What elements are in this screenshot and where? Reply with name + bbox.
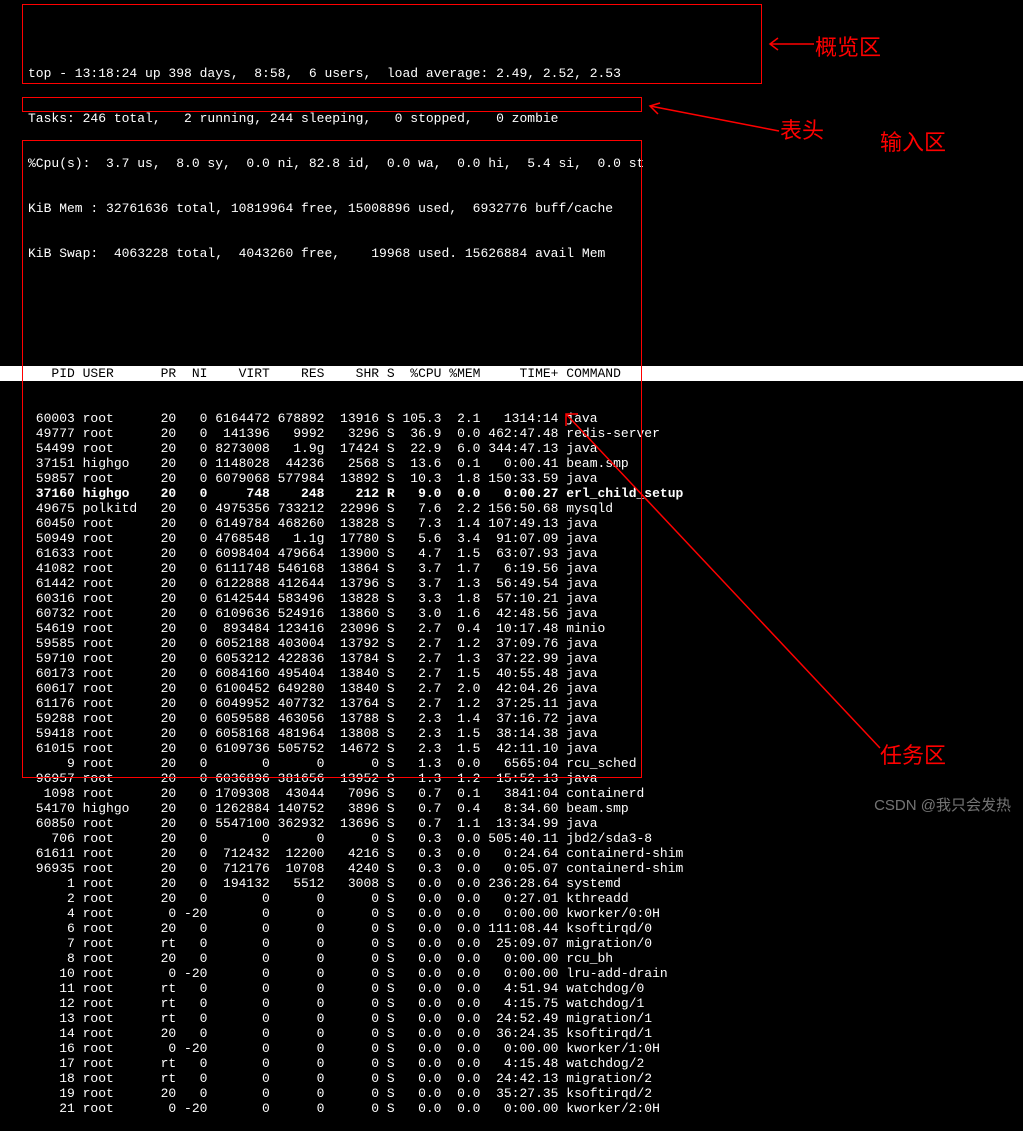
annotation-label-tasks: 任务区 [880, 748, 946, 763]
watermark: CSDN @我只会发热 [874, 798, 1011, 813]
process-row[interactable]: 21 root 0 -20 0 0 0 S 0.0 0.0 0:00.00 kw… [0, 1101, 1023, 1116]
process-row[interactable]: 60850 root 20 0 5547100 362932 13696 S 0… [0, 816, 1023, 831]
annotation-label-input: 输入区 [880, 135, 946, 150]
top-tasks-line: Tasks: 246 total, 2 running, 244 sleepin… [0, 111, 1023, 126]
process-row[interactable]: 50949 root 20 0 4768548 1.1g 17780 S 5.6… [0, 531, 1023, 546]
process-row[interactable]: 60450 root 20 0 6149784 468260 13828 S 7… [0, 516, 1023, 531]
process-row[interactable]: 61611 root 20 0 712432 12200 4216 S 0.3 … [0, 846, 1023, 861]
process-row[interactable]: 17 root rt 0 0 0 0 S 0.0 0.0 4:15.48 wat… [0, 1056, 1023, 1071]
process-row[interactable]: 49777 root 20 0 141396 9992 3296 S 36.9 … [0, 426, 1023, 441]
process-row[interactable]: 37151 highgo 20 0 1148028 44236 2568 S 1… [0, 456, 1023, 471]
summary-area: top - 13:18:24 up 398 days, 8:58, 6 user… [0, 36, 1023, 291]
annotation-label-header: 表头 [780, 123, 824, 138]
process-row[interactable]: 60316 root 20 0 6142544 583496 13828 S 3… [0, 591, 1023, 606]
blank-input-line[interactable] [0, 321, 1023, 336]
process-row[interactable]: 11 root rt 0 0 0 0 S 0.0 0.0 4:51.94 wat… [0, 981, 1023, 996]
process-row[interactable]: 1098 root 20 0 1709308 43044 7096 S 0.7 … [0, 786, 1023, 801]
process-row[interactable]: 6 root 20 0 0 0 0 S 0.0 0.0 111:08.44 ks… [0, 921, 1023, 936]
top-cpu-line: %Cpu(s): 3.7 us, 8.0 sy, 0.0 ni, 82.8 id… [0, 156, 1023, 171]
terminal[interactable]: top - 13:18:24 up 398 days, 8:58, 6 user… [0, 0, 1023, 821]
process-row[interactable]: 54619 root 20 0 893484 123416 23096 S 2.… [0, 621, 1023, 636]
process-row[interactable]: 60617 root 20 0 6100452 649280 13840 S 2… [0, 681, 1023, 696]
process-row[interactable]: 61015 root 20 0 6109736 505752 14672 S 2… [0, 741, 1023, 756]
process-row[interactable]: 9 root 20 0 0 0 0 S 1.3 0.0 6565:04 rcu_… [0, 756, 1023, 771]
process-row[interactable]: 10 root 0 -20 0 0 0 S 0.0 0.0 0:00.00 lr… [0, 966, 1023, 981]
process-row[interactable]: 59710 root 20 0 6053212 422836 13784 S 2… [0, 651, 1023, 666]
process-row[interactable]: 59418 root 20 0 6058168 481964 13808 S 2… [0, 726, 1023, 741]
process-row[interactable]: 60173 root 20 0 6084160 495404 13840 S 2… [0, 666, 1023, 681]
top-mem-line: KiB Mem : 32761636 total, 10819964 free,… [0, 201, 1023, 216]
process-row[interactable]: 59585 root 20 0 6052188 403004 13792 S 2… [0, 636, 1023, 651]
process-row[interactable]: 8 root 20 0 0 0 0 S 0.0 0.0 0:00.00 rcu_… [0, 951, 1023, 966]
process-row[interactable]: 13 root rt 0 0 0 0 S 0.0 0.0 24:52.49 mi… [0, 1011, 1023, 1026]
process-row[interactable]: 96935 root 20 0 712176 10708 4240 S 0.3 … [0, 861, 1023, 876]
process-row[interactable]: 12 root rt 0 0 0 0 S 0.0 0.0 4:15.75 wat… [0, 996, 1023, 1011]
process-row[interactable]: 14 root 20 0 0 0 0 S 0.0 0.0 36:24.35 ks… [0, 1026, 1023, 1041]
process-row[interactable]: 7 root rt 0 0 0 0 S 0.0 0.0 25:09.07 mig… [0, 936, 1023, 951]
process-row[interactable]: 96957 root 20 0 6036896 381656 13952 S 1… [0, 771, 1023, 786]
process-row[interactable]: 54499 root 20 0 8273008 1.9g 17424 S 22.… [0, 441, 1023, 456]
process-table-header[interactable]: PID USER PR NI VIRT RES SHR S %CPU %MEM … [0, 366, 1023, 381]
annotation-label-overview: 概览区 [815, 40, 881, 55]
process-table-body: 60003 root 20 0 6164472 678892 13916 S 1… [0, 411, 1023, 1116]
process-row[interactable]: 61176 root 20 0 6049952 407732 13764 S 2… [0, 696, 1023, 711]
process-row[interactable]: 706 root 20 0 0 0 0 S 0.3 0.0 505:40.11 … [0, 831, 1023, 846]
top-uptime-line: top - 13:18:24 up 398 days, 8:58, 6 user… [0, 66, 1023, 81]
process-row[interactable]: 16 root 0 -20 0 0 0 S 0.0 0.0 0:00.00 kw… [0, 1041, 1023, 1056]
top-swap-line: KiB Swap: 4063228 total, 4043260 free, 1… [0, 246, 1023, 261]
process-row[interactable]: 18 root rt 0 0 0 0 S 0.0 0.0 24:42.13 mi… [0, 1071, 1023, 1086]
process-row[interactable]: 59288 root 20 0 6059588 463056 13788 S 2… [0, 711, 1023, 726]
process-row[interactable]: 49675 polkitd 20 0 4975356 733212 22996 … [0, 501, 1023, 516]
process-row[interactable]: 60732 root 20 0 6109636 524916 13860 S 3… [0, 606, 1023, 621]
process-row[interactable]: 61633 root 20 0 6098404 479664 13900 S 4… [0, 546, 1023, 561]
process-row[interactable]: 61442 root 20 0 6122888 412644 13796 S 3… [0, 576, 1023, 591]
process-row[interactable]: 59857 root 20 0 6079068 577984 13892 S 1… [0, 471, 1023, 486]
process-row[interactable]: 54170 highgo 20 0 1262884 140752 3896 S … [0, 801, 1023, 816]
process-row[interactable]: 2 root 20 0 0 0 0 S 0.0 0.0 0:27.01 kthr… [0, 891, 1023, 906]
process-row[interactable]: 4 root 0 -20 0 0 0 S 0.0 0.0 0:00.00 kwo… [0, 906, 1023, 921]
process-row[interactable]: 41082 root 20 0 6111748 546168 13864 S 3… [0, 561, 1023, 576]
process-row[interactable]: 60003 root 20 0 6164472 678892 13916 S 1… [0, 411, 1023, 426]
process-row[interactable]: 37160 highgo 20 0 748 248 212 R 9.0 0.0 … [0, 486, 1023, 501]
process-row[interactable]: 1 root 20 0 194132 5512 3008 S 0.0 0.0 2… [0, 876, 1023, 891]
process-row[interactable]: 19 root 20 0 0 0 0 S 0.0 0.0 35:27.35 ks… [0, 1086, 1023, 1101]
